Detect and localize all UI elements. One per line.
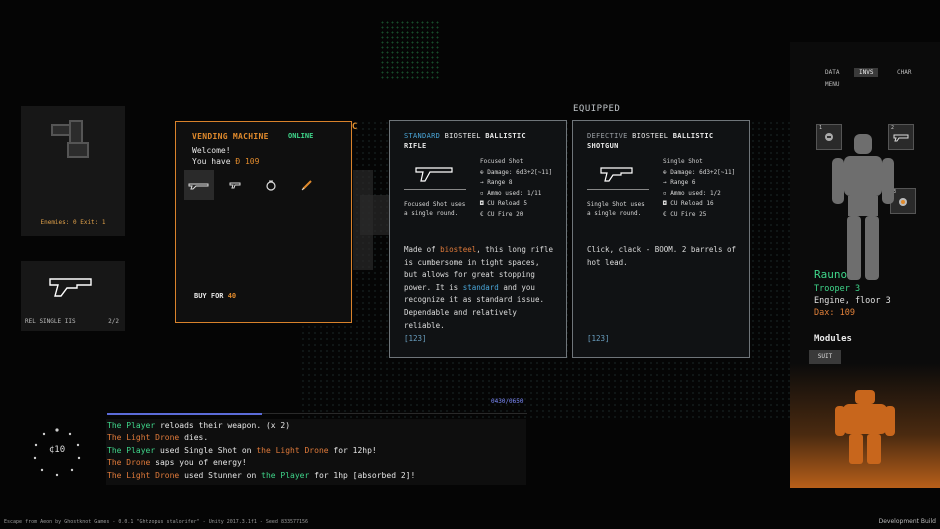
rifle-icon xyxy=(188,183,209,190)
character-silhouette xyxy=(832,134,894,280)
character-panel: DATA INVS CHAR MENU 1 2 3 Rauno Trooper … xyxy=(790,42,940,488)
character-name: Rauno xyxy=(814,268,848,281)
log-line: The Player used Single Shot on the Light… xyxy=(107,445,377,455)
vending-machine-panel: VENDING MACHINE ONLINE Welcome! You have… xyxy=(175,121,352,323)
log-line: The Drone saps you of energy! xyxy=(107,458,247,468)
weapon-ammo: 2/2 xyxy=(108,318,119,325)
item-icon-frame xyxy=(587,156,649,190)
grenade-icon xyxy=(266,180,276,191)
item-description: Made of biosteel, this long rifle is cum… xyxy=(404,245,554,330)
credits-value: Ð 109 xyxy=(235,157,260,166)
minimap[interactable]: Enemies: 0 Exit: 1 xyxy=(21,106,125,236)
character-location: Engine, floor 3 xyxy=(814,296,891,306)
xp-readout: 0430/0650 xyxy=(491,398,524,405)
item-card-standard-rifle: STANDARD BIOSTEEL BALLISTIC RIFLE Focuse… xyxy=(389,120,567,358)
shotgun-icon xyxy=(49,278,92,297)
pistol-icon xyxy=(229,182,241,189)
tab-char[interactable]: CHAR xyxy=(892,68,916,77)
fire-mode-desc: Single Shot uses a single round. xyxy=(587,201,645,217)
suit-module-button[interactable]: SUIT xyxy=(809,350,841,364)
item-stats: Focused Shot ⊕ Damage: 6d3+2[~11] → Rang… xyxy=(480,158,553,218)
active-weapon-slot[interactable]: REL SINGLE IIS 2/2 xyxy=(21,261,125,331)
grenade-icon xyxy=(899,198,907,206)
build-info: Escape from Aeon by Ghostknot Games - 0.… xyxy=(4,519,309,525)
item-icon-frame xyxy=(404,156,466,190)
item-stats: Single Shot ⊕ Damage: 6d3+2[~11] → Range… xyxy=(663,158,736,218)
log-line: The Light Drone used Stunner on the Play… xyxy=(107,470,416,480)
tab-menu[interactable]: MENU xyxy=(820,80,844,89)
combat-log[interactable]: The Player reloads their weapon. (x 2) T… xyxy=(106,419,526,485)
suit-armor-icon xyxy=(835,390,895,464)
weapon-name: REL SINGLE IIS xyxy=(25,318,76,325)
vending-item-grenade[interactable] xyxy=(256,170,286,200)
enemy-exit-counts: Enemies: 0 Exit: 1 xyxy=(40,219,106,226)
wall-segment xyxy=(360,195,390,235)
item-number: [123] xyxy=(404,334,427,343)
item-description: Click, clack - BOOM. 2 barrels of hot le… xyxy=(587,245,737,267)
vending-title: VENDING MACHINE xyxy=(192,132,269,141)
character-rank: Trooper 3 xyxy=(814,284,861,294)
modules-heading: Modules xyxy=(814,334,852,344)
tab-data[interactable]: DATA xyxy=(820,68,844,77)
energy-value: ¢10 xyxy=(48,445,66,455)
vending-item-pistol[interactable] xyxy=(220,170,250,200)
shotgun-icon xyxy=(600,167,633,182)
rifle-icon xyxy=(415,167,453,182)
item-card-defective-shotgun: DEFECTIVE BIOSTEEL BALLISTIC SHOTGUN Sin… xyxy=(572,120,750,358)
equipped-label: EQUIPPED xyxy=(573,104,621,114)
xp-progress-fill xyxy=(107,413,262,415)
log-line: The Light Drone dies. xyxy=(107,433,209,443)
vending-welcome: Welcome! xyxy=(192,146,231,155)
development-build-label: Development Build xyxy=(878,518,936,525)
item-number: [123] xyxy=(587,334,610,343)
item-title: STANDARD BIOSTEEL BALLISTIC RIFLE xyxy=(404,132,526,150)
minimap-room xyxy=(67,142,89,158)
minimap-room xyxy=(51,124,71,136)
character-dax: Dax: 109 xyxy=(814,308,855,318)
tab-invs[interactable]: INVS xyxy=(854,68,879,77)
vending-status: ONLINE xyxy=(288,132,314,140)
vending-items xyxy=(184,170,322,200)
syringe-icon xyxy=(301,180,312,191)
xp-progress-track xyxy=(262,413,527,414)
buy-price: 40 xyxy=(227,292,237,300)
vending-item-syringe[interactable] xyxy=(292,170,322,200)
vending-item-rifle[interactable] xyxy=(184,170,214,200)
green-glow xyxy=(380,20,440,80)
fire-mode-desc: Focused Shot uses a single round. xyxy=(404,201,466,217)
minimap-room xyxy=(69,120,83,144)
log-line: The Player reloads their weapon. (x 2) xyxy=(107,421,291,430)
buy-button[interactable]: BUY FOR 40 xyxy=(194,292,236,300)
vending-credits-line: You have Ð 109 xyxy=(192,157,260,166)
item-title: DEFECTIVE BIOSTEEL BALLISTIC SHOTGUN xyxy=(587,132,714,150)
